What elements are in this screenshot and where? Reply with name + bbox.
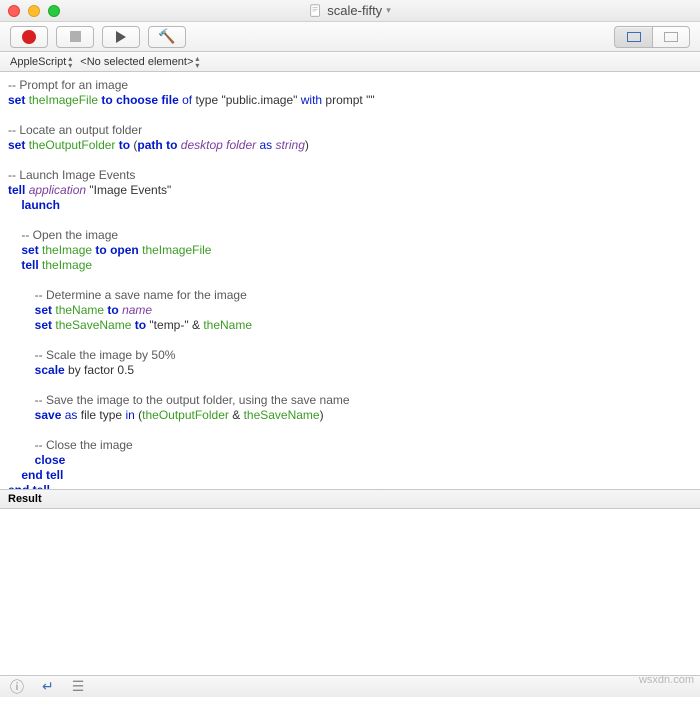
statusbar: ⓘ ↵ ☰: [0, 675, 700, 697]
updown-icon: ▴▾: [68, 55, 72, 69]
stop-icon: [70, 31, 81, 42]
window-title-group: scale-fifty ▾: [0, 3, 700, 18]
hammer-icon: 🔨: [158, 28, 175, 45]
language-popup[interactable]: AppleScript ▴▾: [6, 55, 76, 69]
show-result-pane-button[interactable]: [614, 26, 652, 48]
pane-bottom-icon: [627, 32, 641, 42]
record-button[interactable]: [10, 26, 48, 48]
element-popup[interactable]: <No selected element> ▴▾: [76, 55, 203, 69]
close-window-button[interactable]: [8, 5, 20, 17]
code-editor[interactable]: -- Prompt for an image set theImageFile …: [0, 72, 700, 489]
log-icon[interactable]: ☰: [72, 678, 85, 695]
stop-button[interactable]: [56, 26, 94, 48]
result-icon[interactable]: ↵: [42, 678, 54, 695]
element-label: <No selected element>: [80, 56, 193, 68]
script-doc-icon: [309, 4, 323, 18]
language-label: AppleScript: [10, 56, 66, 68]
run-button[interactable]: [102, 26, 140, 48]
show-side-pane-button[interactable]: [652, 26, 690, 48]
minimize-window-button[interactable]: [28, 5, 40, 17]
updown-icon: ▴▾: [195, 55, 199, 69]
toolbar: 🔨: [0, 22, 700, 52]
window-title: scale-fifty: [327, 3, 382, 18]
titlebar: scale-fifty ▾: [0, 0, 700, 22]
traffic-lights: [8, 5, 60, 17]
zoom-window-button[interactable]: [48, 5, 60, 17]
title-dropdown-icon[interactable]: ▾: [386, 5, 391, 16]
compile-button[interactable]: 🔨: [148, 26, 186, 48]
pane-side-icon: [664, 32, 678, 42]
description-icon[interactable]: ⓘ: [10, 677, 24, 697]
result-pane[interactable]: [0, 509, 700, 675]
result-label: Result: [8, 493, 42, 505]
navigation-bar: AppleScript ▴▾ <No selected element> ▴▾: [0, 52, 700, 72]
play-icon: [116, 31, 126, 43]
watermark: wsxdn.com: [639, 674, 694, 686]
pane-toggle-group: [614, 26, 690, 48]
record-icon: [22, 30, 36, 44]
result-header: Result: [0, 489, 700, 509]
